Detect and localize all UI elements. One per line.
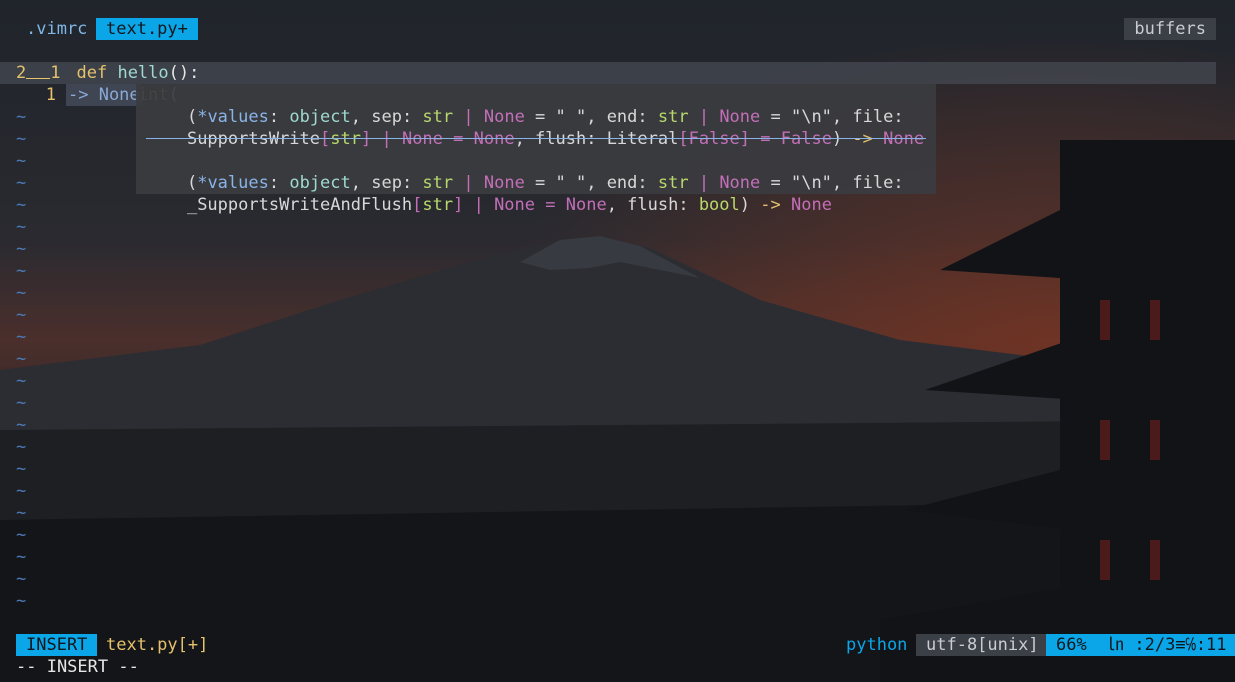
signature-2-line-1: (*values: object, sep: str | None = " ",…	[186, 173, 904, 193]
mode-indicator: INSERT	[16, 634, 98, 656]
tilde-marker: ~	[16, 481, 27, 501]
signature-1-line-2: SupportsWrite[str] | None = None, flush:…	[186, 129, 925, 149]
tab-vimrc[interactable]: .vimrc	[16, 18, 97, 40]
tilde-marker: ~	[16, 217, 27, 237]
statusline-filetype: python	[846, 635, 908, 655]
tilde-marker: ~	[16, 283, 27, 303]
signature-help-popup: (*values: object, sep: str | None = " ",…	[136, 84, 936, 215]
tilde-marker: ~	[16, 151, 27, 171]
tilde-marker: ~	[16, 371, 27, 391]
tabline: .vimrc text.py+ buffers	[0, 18, 1235, 40]
tab-text-py[interactable]: text.py+	[96, 18, 198, 40]
tilde-marker: ~	[16, 437, 27, 457]
tilde-marker: ~	[16, 525, 27, 545]
tilde-marker: ~	[16, 305, 27, 325]
tilde-marker: ~	[16, 591, 27, 611]
signature-separator	[146, 138, 926, 139]
tilde-marker: ~	[16, 459, 27, 479]
tilde-marker: ~	[16, 415, 27, 435]
statusline: INSERT text.py[+] python utf-8[unix] 66%…	[0, 634, 1235, 656]
current-line-number: 2	[16, 62, 51, 84]
tilde-marker: ~	[16, 569, 27, 589]
tilde-marker: ~	[16, 129, 27, 149]
buffers-label[interactable]: buffers	[1124, 18, 1216, 40]
tilde-marker: ~	[16, 107, 27, 127]
return-type-hint: -> None	[66, 84, 142, 106]
tilde-marker: ~	[16, 547, 27, 567]
command-line[interactable]: -- INSERT --	[16, 656, 139, 678]
statusline-position: 66% ㏑ :2/3≡℅:11	[1046, 634, 1235, 656]
statusline-encoding: utf-8[unix]	[916, 634, 1049, 656]
virtual-line-number: 1	[45, 85, 56, 105]
signature-1-line-1: (*values: object, sep: str | None = " ",…	[186, 107, 904, 127]
statusline-filename: text.py[+]	[106, 635, 209, 655]
signature-2-line-2: _SupportsWriteAndFlush[str] | None = Non…	[186, 195, 832, 215]
tilde-marker: ~	[16, 173, 27, 193]
code-line-1[interactable]: 1 def hello():	[0, 40, 199, 83]
code-line-2[interactable]: print(	[56, 62, 178, 105]
tilde-marker: ~	[16, 349, 27, 369]
tilde-marker: ~	[16, 195, 27, 215]
tilde-marker: ~	[16, 239, 27, 259]
tilde-marker: ~	[16, 261, 27, 281]
tilde-marker: ~	[16, 393, 27, 413]
tilde-marker: ~	[16, 327, 27, 347]
tilde-marker: ~	[16, 503, 27, 523]
